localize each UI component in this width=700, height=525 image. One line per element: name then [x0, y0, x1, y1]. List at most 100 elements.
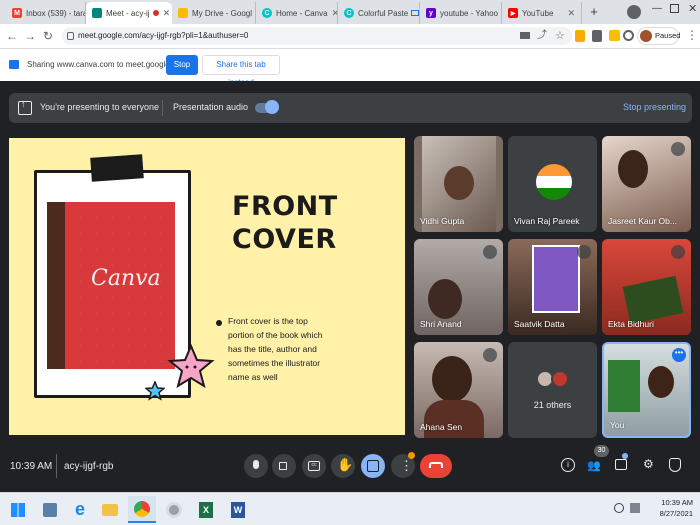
maximize-icon[interactable]	[670, 4, 679, 13]
tab-gmail[interactable]: M Inbox (539) - tara ✕	[6, 2, 86, 24]
more-vert-icon: ⋮	[400, 458, 413, 473]
clock-date: 8/27/2021	[659, 509, 693, 518]
divider	[56, 454, 57, 478]
record-indicator-icon	[627, 5, 641, 19]
people-button[interactable]: 👥 30	[586, 445, 609, 473]
mic-off-icon	[671, 142, 685, 156]
browser-tab-strip: M Inbox (539) - tara ✕ Meet - acy-ij ✕ M…	[0, 0, 700, 24]
meet-icon	[92, 8, 102, 18]
close-icon[interactable]: ✕	[563, 8, 575, 19]
captions-button[interactable]: cc	[302, 454, 326, 478]
self-tile[interactable]: ••• You	[602, 342, 691, 438]
stop-presenting-button[interactable]: Stop presenting	[623, 102, 686, 112]
camera-icon[interactable]	[520, 32, 530, 39]
info-icon[interactable]: i	[561, 458, 575, 472]
camera-button[interactable]	[272, 454, 296, 478]
window-close-icon[interactable]: ✕	[688, 2, 697, 15]
notification-tray-icon[interactable]	[630, 503, 640, 513]
raise-hand-button[interactable]: ✋	[331, 454, 355, 478]
profile-button[interactable]: Paused	[637, 27, 680, 45]
chat-icon[interactable]	[615, 453, 628, 470]
participant-name: Saatvik Datta	[514, 319, 565, 329]
share-icon[interactable]: ⤴	[537, 27, 547, 45]
participant-tile[interactable]: Vidhi Gupta	[414, 136, 503, 232]
present-icon: ↑	[18, 99, 32, 115]
others-tile[interactable]: 21 others	[508, 342, 597, 438]
minimize-icon[interactable]: —	[652, 3, 662, 14]
present-now-button[interactable]	[361, 454, 385, 478]
tab-drive[interactable]: My Drive - Googl ✕	[172, 2, 256, 24]
tab-meet[interactable]: Meet - acy-ij ✕	[86, 2, 172, 24]
tab-canva-home[interactable]: C Home - Canva ✕	[256, 2, 338, 24]
new-tab-button[interactable]: +	[586, 4, 602, 20]
audio-toggle-knob[interactable]	[265, 100, 279, 114]
more-options-icon[interactable]: •••	[672, 348, 686, 362]
notification-dot	[408, 452, 415, 459]
clock-time: 10:39 AM	[661, 498, 693, 507]
extension-icon[interactable]	[609, 30, 620, 41]
person-silhouette	[648, 366, 674, 398]
slide-body-text: Front cover is the top portion of the bo…	[228, 316, 323, 382]
stop-sharing-button[interactable]: Stop	[166, 55, 198, 75]
file-explorer-icon[interactable]	[36, 496, 64, 523]
others-count: 21 others	[533, 400, 572, 410]
edge-icon[interactable]: e	[66, 496, 94, 523]
tab-youtube[interactable]: ▶ YouTube ✕	[502, 2, 582, 24]
folder-icon[interactable]	[96, 496, 124, 523]
bullet-icon	[216, 320, 222, 326]
extension-icon[interactable]	[592, 30, 602, 42]
present-icon	[367, 460, 379, 472]
mic-off-icon	[483, 348, 497, 362]
chrome-icon[interactable]	[128, 496, 156, 523]
avatar	[551, 370, 569, 388]
participant-tile[interactable]: Saatvik Datta	[508, 239, 597, 335]
back-icon[interactable]: ←	[4, 28, 20, 44]
participant-tile[interactable]: Ahana Sen	[414, 342, 503, 438]
canva-logo: Canva	[91, 266, 161, 291]
book-cover	[532, 245, 580, 313]
system-tray-icon[interactable]	[614, 503, 624, 513]
participant-tile[interactable]: Jasreet Kaur Ob...	[602, 136, 691, 232]
microphone-button[interactable]	[244, 454, 268, 478]
tab-yahoo[interactable]: y youtube - Yahoo ✕	[420, 2, 502, 24]
people-count-badge: 30	[594, 445, 609, 457]
participant-tile[interactable]: Vivan Raj Pareek	[508, 136, 597, 232]
close-icon[interactable]: ✕	[328, 8, 337, 19]
close-icon[interactable]: ✕	[159, 8, 171, 19]
extensions-puzzle-icon[interactable]	[623, 30, 634, 41]
browser-toolbar: ← → ↻ meet.google.com/acy-ijgf-rgb?pli=1…	[0, 24, 700, 48]
forward-icon[interactable]: →	[22, 28, 38, 44]
tab-title: youtube - Yahoo	[440, 8, 498, 18]
tab-title: Colorful Paste	[358, 8, 409, 18]
excel-icon[interactable]: X	[192, 496, 220, 523]
tab-canva-design[interactable]: C Colorful Paste ✕	[338, 2, 420, 24]
extension-icon[interactable]	[575, 30, 585, 42]
system-clock[interactable]: 10:39 AM 8/27/2021	[643, 497, 693, 519]
participant-tile[interactable]: Ekta Bidhuri	[602, 239, 691, 335]
presentation-slide: Canva FRONT COVER Front cover is the top…	[9, 138, 405, 435]
participant-name: Shri Anand	[420, 319, 462, 329]
chrome-alt-icon[interactable]	[160, 496, 188, 523]
share-this-tab-button[interactable]: Share this tab instead	[202, 55, 280, 87]
participant-tile[interactable]: Shri Anand	[414, 239, 503, 335]
slide-heading: FRONT COVER	[232, 190, 338, 256]
address-bar[interactable]: meet.google.com/acy-ijgf-rgb?pli=1&authu…	[62, 27, 572, 45]
canva-icon: C	[262, 8, 272, 18]
menu-dots-icon[interactable]: ⋮	[686, 28, 698, 42]
leave-call-button[interactable]	[420, 454, 452, 478]
meeting-time: 10:39 AM	[10, 461, 53, 472]
video-camera-icon	[279, 462, 287, 470]
presenting-text: You're presenting to everyone	[40, 102, 159, 112]
activities-icon[interactable]: ⚙	[643, 457, 654, 471]
tab-title: Inbox (539) - tara	[26, 8, 86, 18]
notification-dot	[622, 453, 628, 459]
more-options-button[interactable]: ⋮	[391, 452, 415, 478]
word-icon[interactable]: W	[224, 496, 252, 523]
mic-off-icon	[671, 245, 685, 259]
start-icon[interactable]	[4, 496, 32, 523]
participant-name: Vivan Raj Pareek	[514, 216, 580, 226]
people-icon: 👥	[587, 460, 601, 472]
bookmark-star-icon[interactable]: ☆	[555, 27, 565, 45]
reload-icon[interactable]: ↻	[40, 28, 56, 44]
host-controls-icon[interactable]	[669, 458, 681, 472]
